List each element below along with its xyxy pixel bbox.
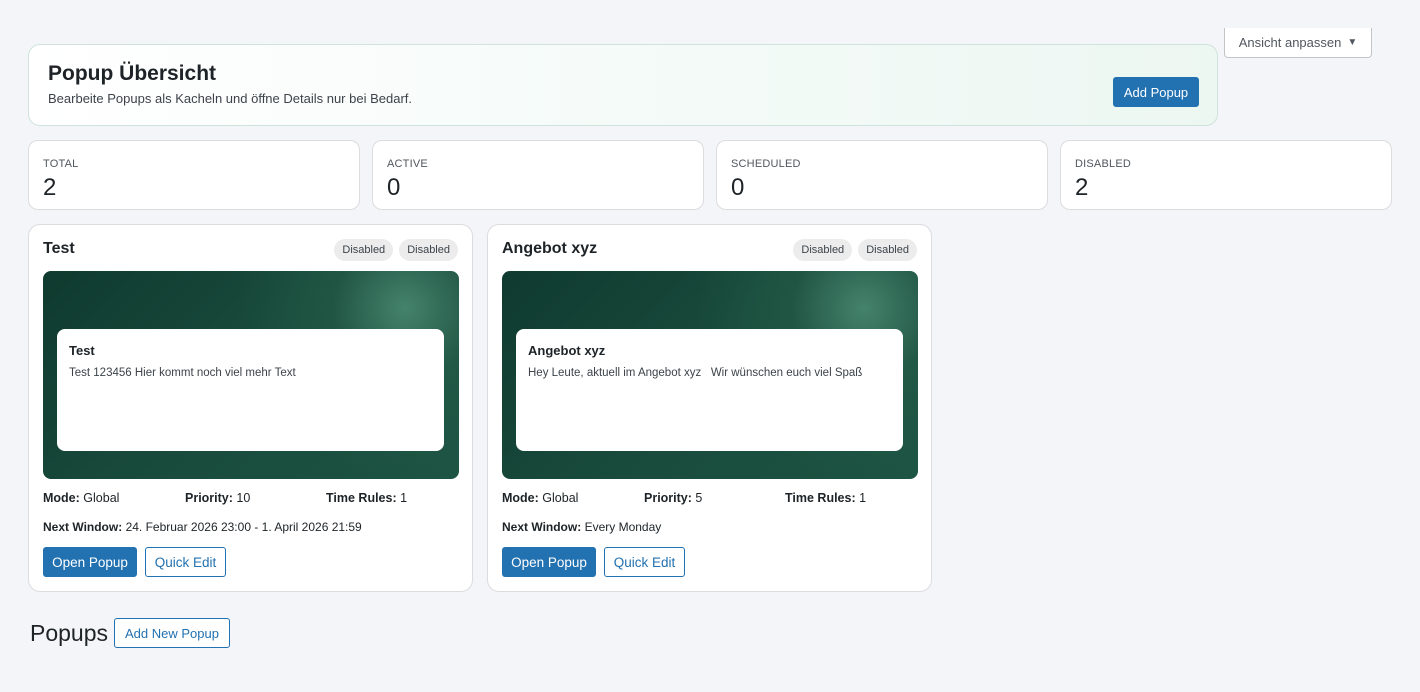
stat-value: 0: [387, 174, 401, 201]
status-badge: Disabled: [399, 239, 458, 261]
popup-tile-title: Angebot xyz: [502, 240, 598, 257]
stat-label: TOTAL: [43, 158, 79, 170]
priority-meta: Priority: 5: [644, 491, 702, 505]
popup-preview-box: Angebot xyz Hey Leute, aktuell im Angebo…: [516, 329, 903, 451]
next-window-value: Every Monday: [584, 520, 662, 534]
mode-meta: Mode: Global: [502, 491, 578, 505]
quick-edit-button[interactable]: Quick Edit: [604, 547, 685, 577]
popup-preview: Test Test 123456 Hier kommt noch viel me…: [43, 271, 459, 479]
stat-value: 2: [43, 174, 57, 201]
priority-meta: Priority: 10: [185, 491, 250, 505]
stat-label: ACTIVE: [387, 158, 428, 170]
time-rules-meta: Time Rules: 1: [785, 491, 866, 505]
stat-card-active: ACTIVE 0: [372, 140, 704, 210]
stat-label: DISABLED: [1075, 158, 1132, 170]
mode-value: Global: [83, 491, 120, 505]
add-popup-button[interactable]: Add Popup: [1113, 77, 1199, 107]
next-window-value: 24. Februar 2026 23:00 - 1. April 2026 2…: [125, 520, 362, 534]
popup-tile: Angebot xyz Disabled Disabled Angebot xy…: [487, 224, 932, 592]
priority-value: 5: [695, 491, 703, 505]
stat-value: 0: [731, 174, 745, 201]
mode-meta: Mode: Global: [43, 491, 119, 505]
stat-value: 2: [1075, 174, 1089, 201]
popup-preview-text: Hey Leute, aktuell im Angebot xyz Wir wü…: [528, 367, 863, 379]
popup-preview-title: Test: [69, 343, 95, 358]
popup-preview: Angebot xyz Hey Leute, aktuell im Angebo…: [502, 271, 918, 479]
popup-overview-page: Ansicht anpassen ▼ Popup Übersicht Bearb…: [0, 0, 1420, 692]
next-window: Next Window: 24. Februar 2026 23:00 - 1.…: [43, 520, 362, 534]
time-rules-label: Time Rules:: [785, 491, 856, 505]
status-badge: Disabled: [334, 239, 394, 261]
status-badges: Disabled Disabled: [793, 239, 917, 261]
time-rules-value: 1: [400, 491, 408, 505]
popup-preview-box: Test Test 123456 Hier kommt noch viel me…: [57, 329, 444, 451]
popup-tile-title: Test: [43, 240, 75, 257]
page-title: Popup Übersicht: [48, 62, 217, 85]
popup-preview-title: Angebot xyz: [528, 343, 606, 358]
popup-tile: Test Disabled Disabled Test Test 123456 …: [28, 224, 473, 592]
stat-card-disabled: DISABLED 2: [1060, 140, 1392, 210]
screen-options-label: Ansicht anpassen: [1238, 35, 1342, 50]
stat-card-scheduled: SCHEDULED 0: [716, 140, 1048, 210]
stat-card-total: TOTAL 2: [28, 140, 360, 210]
next-window-label: Next Window:: [502, 520, 582, 534]
popup-meta: Mode: Global Priority: 10 Time Rules: 1: [43, 491, 459, 509]
next-window-label: Next Window:: [43, 520, 123, 534]
page-subtitle: Bearbeite Popups als Kacheln und öffne D…: [48, 91, 412, 106]
quick-edit-button[interactable]: Quick Edit: [145, 547, 226, 577]
mode-value: Global: [542, 491, 579, 505]
time-rules-meta: Time Rules: 1: [326, 491, 407, 505]
add-new-popup-button[interactable]: Add New Popup: [114, 618, 230, 648]
priority-label: Priority:: [644, 491, 692, 505]
open-popup-button[interactable]: Open Popup: [502, 547, 596, 577]
popup-meta: Mode: Global Priority: 5 Time Rules: 1: [502, 491, 918, 509]
priority-label: Priority:: [185, 491, 233, 505]
overview-header: Popup Übersicht Bearbeite Popups als Kac…: [28, 44, 1218, 126]
next-window: Next Window: Every Monday: [502, 520, 661, 534]
popups-list-heading: Popups: [30, 620, 109, 646]
status-badge: Disabled: [858, 239, 917, 261]
stat-label: SCHEDULED: [731, 158, 801, 170]
open-popup-button[interactable]: Open Popup: [43, 547, 137, 577]
triangle-down-icon: ▼: [1347, 37, 1358, 48]
mode-label: Mode:: [502, 491, 539, 505]
screen-options-button[interactable]: Ansicht anpassen ▼: [1224, 28, 1372, 58]
time-rules-value: 1: [859, 491, 867, 505]
mode-label: Mode:: [43, 491, 80, 505]
popup-preview-text: Test 123456 Hier kommt noch viel mehr Te…: [69, 367, 296, 379]
priority-value: 10: [236, 491, 251, 505]
time-rules-label: Time Rules:: [326, 491, 397, 505]
status-badges: Disabled Disabled: [334, 239, 458, 261]
status-badge: Disabled: [793, 239, 853, 261]
